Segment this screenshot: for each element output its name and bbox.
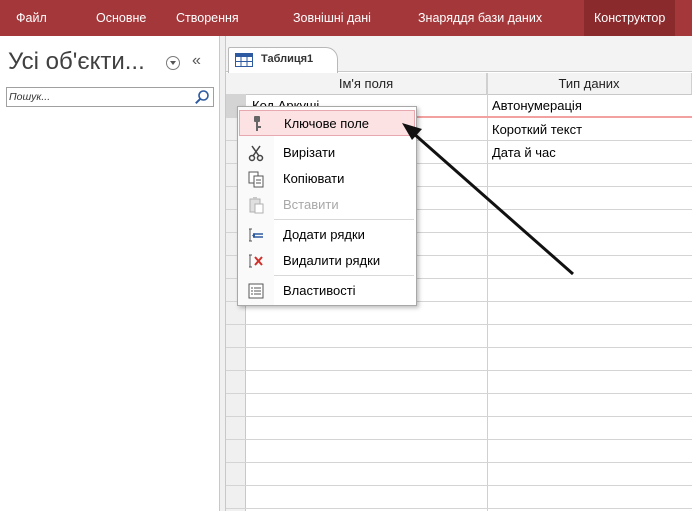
- delete-rows-icon: [249, 254, 263, 268]
- menu-item-label: Властивості: [283, 283, 356, 298]
- menu-item-cut[interactable]: Вирізати: [239, 140, 415, 166]
- menu-item-label: Вставити: [283, 197, 339, 212]
- menu-item-primary-key[interactable]: Ключове поле: [239, 110, 415, 136]
- tab-home[interactable]: Основне: [96, 0, 146, 36]
- document-tabstrip: Таблиця1: [226, 36, 692, 73]
- tab-file[interactable]: Файл: [16, 0, 47, 36]
- navigation-pane: Усі об'єкти... «: [0, 36, 220, 511]
- menu-item-paste[interactable]: Вставити: [239, 192, 415, 218]
- scissors-icon: [248, 145, 264, 162]
- row-selector[interactable]: [226, 371, 246, 394]
- data-type-cell[interactable]: Автонумерація: [492, 98, 582, 113]
- column-header-field-name[interactable]: Ім'я поля: [246, 73, 487, 95]
- menu-separator: [274, 219, 414, 220]
- row-divider: [246, 416, 692, 417]
- menu-separator: [274, 275, 414, 276]
- row-selector[interactable]: [226, 394, 246, 417]
- properties-icon: [248, 283, 264, 299]
- row-selector[interactable]: [226, 463, 246, 486]
- menu-item-label: Ключове поле: [284, 116, 370, 131]
- row-divider: [246, 462, 692, 463]
- nav-search-input[interactable]: [9, 89, 189, 105]
- menu-item-insert-rows[interactable]: Додати рядки: [239, 222, 415, 248]
- row-selector[interactable]: [226, 486, 246, 509]
- tab-database-tools[interactable]: Знаряддя бази даних: [418, 0, 542, 36]
- menu-item-label: Видалити рядки: [283, 253, 381, 268]
- menu-item-properties[interactable]: Властивості: [239, 278, 415, 304]
- document-tab-table1[interactable]: Таблиця1: [228, 47, 338, 73]
- paste-icon: [249, 197, 264, 214]
- select-all-corner[interactable]: [226, 73, 246, 95]
- key-icon: [254, 116, 261, 131]
- row-divider: [246, 485, 692, 486]
- tab-external-data[interactable]: Зовнішні дані: [293, 0, 371, 36]
- menu-item-label: Додати рядки: [283, 227, 365, 242]
- insert-rows-icon: [249, 228, 263, 242]
- nav-search-box: [6, 87, 214, 107]
- copy-icon: [248, 171, 264, 188]
- nav-pane-title[interactable]: Усі об'єкти...: [8, 48, 145, 76]
- row-selector[interactable]: [226, 417, 246, 440]
- search-icon[interactable]: [194, 89, 210, 105]
- row-selector[interactable]: [226, 348, 246, 371]
- row-divider: [246, 439, 692, 440]
- document-tab-label: Таблиця1: [261, 53, 314, 65]
- column-header-data-type[interactable]: Тип даних: [487, 73, 692, 95]
- row-divider: [246, 393, 692, 394]
- menu-item-label: Вирізати: [283, 145, 336, 160]
- collapse-chevron-icon[interactable]: «: [192, 52, 201, 70]
- row-selector[interactable]: [226, 325, 246, 348]
- menu-item-label: Копіювати: [283, 171, 345, 186]
- column-divider: [487, 73, 488, 511]
- tab-create[interactable]: Створення: [176, 0, 239, 36]
- data-type-cell[interactable]: Короткий текст: [492, 122, 582, 137]
- ribbon-tab-bar: Файл Основне Створення Зовнішні дані Зна…: [0, 0, 692, 36]
- row-divider: [246, 347, 692, 348]
- data-type-cell[interactable]: Дата й час: [492, 145, 556, 160]
- row-selector[interactable]: [226, 440, 246, 463]
- menu-item-copy[interactable]: Копіювати: [239, 166, 415, 192]
- context-menu: Ключове поле Вирізати Копіювати Вставити: [237, 106, 417, 306]
- row-divider: [246, 324, 692, 325]
- menu-item-delete-rows[interactable]: Видалити рядки: [239, 248, 415, 274]
- table-icon: [235, 53, 253, 67]
- row-divider: [246, 508, 692, 509]
- nav-menu-dropdown-icon[interactable]: [166, 56, 180, 70]
- tab-design[interactable]: Конструктор: [584, 0, 676, 36]
- row-divider: [246, 370, 692, 371]
